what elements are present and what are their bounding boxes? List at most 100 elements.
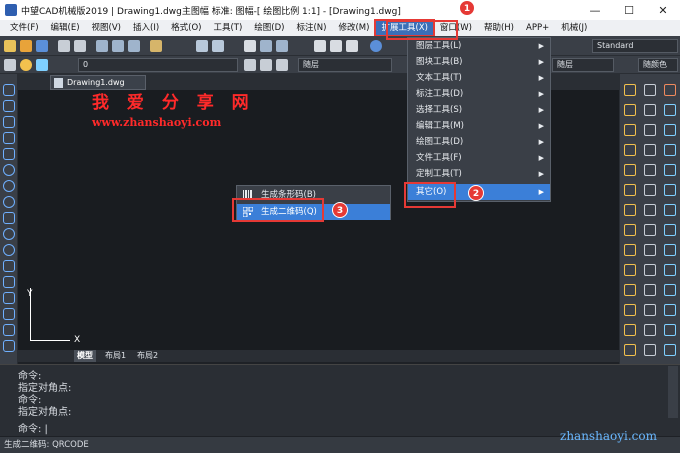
mirror-icon[interactable] xyxy=(644,124,656,136)
mech-tool-13-icon[interactable] xyxy=(624,324,636,336)
dim-radius-icon[interactable] xyxy=(664,144,676,156)
open-file-icon[interactable] xyxy=(20,40,32,52)
copy-object-icon[interactable] xyxy=(644,104,656,116)
command-input[interactable]: 命令: | xyxy=(18,420,48,435)
chamfer-icon[interactable] xyxy=(644,324,656,336)
scale-icon[interactable] xyxy=(644,224,656,236)
dim-style-icon[interactable] xyxy=(664,324,676,336)
new-file-icon[interactable] xyxy=(4,40,16,52)
region-icon[interactable] xyxy=(3,324,15,336)
array-icon[interactable] xyxy=(644,164,656,176)
hatch-icon[interactable] xyxy=(3,308,15,320)
dim-continue-icon[interactable] xyxy=(664,224,676,236)
break-icon[interactable] xyxy=(644,304,656,316)
menu-item-file-tools[interactable]: 文件工具(F) ▶ xyxy=(408,150,550,166)
tab-model[interactable]: 模型 xyxy=(74,350,96,362)
minimize-button[interactable]: — xyxy=(578,0,612,20)
arc-icon[interactable] xyxy=(3,164,15,176)
close-button[interactable]: ✕ xyxy=(646,0,680,20)
dim-angular-icon[interactable] xyxy=(664,184,676,196)
dim-update-icon[interactable] xyxy=(664,344,676,356)
circle-icon[interactable] xyxy=(3,180,15,192)
layer-manager-icon[interactable] xyxy=(4,59,16,71)
menu-item-block-tools[interactable]: 图块工具(B) ▶ xyxy=(408,54,550,70)
menu-item-draw-tools[interactable]: 绘图工具(D) ▶ xyxy=(408,134,550,150)
tool-palette-icon[interactable] xyxy=(346,40,358,52)
mech-tool-5-icon[interactable] xyxy=(624,164,636,176)
menu-format[interactable]: 格式(O) xyxy=(165,20,207,36)
cut-icon[interactable] xyxy=(96,40,108,52)
layer-previous-icon[interactable] xyxy=(260,59,272,71)
move-icon[interactable] xyxy=(644,184,656,196)
menu-item-edit-tools[interactable]: 编辑工具(M) ▶ xyxy=(408,118,550,134)
lineweight-select[interactable]: 随颜色 xyxy=(638,58,678,72)
layer-select[interactable]: 0 xyxy=(78,58,238,72)
offset-icon[interactable] xyxy=(644,144,656,156)
revision-cloud-icon[interactable] xyxy=(3,196,15,208)
command-scrollbar[interactable] xyxy=(668,366,678,418)
print-icon[interactable] xyxy=(58,40,70,52)
pan-icon[interactable] xyxy=(244,40,256,52)
mech-tool-9-icon[interactable] xyxy=(624,244,636,256)
erase-icon[interactable] xyxy=(644,84,656,96)
zoom-window-icon[interactable] xyxy=(276,40,288,52)
text-style-select[interactable]: Standard xyxy=(592,39,678,53)
menu-item-layer-tools[interactable]: 图层工具(L) ▶ xyxy=(408,38,550,54)
menu-modify[interactable]: 修改(M) xyxy=(332,20,375,36)
mech-tool-1-icon[interactable] xyxy=(624,84,636,96)
fillet-icon[interactable] xyxy=(644,344,656,356)
copy-icon[interactable] xyxy=(112,40,124,52)
menu-item-custom-tools[interactable]: 定制工具(T) ▶ xyxy=(408,166,550,182)
make-block-icon[interactable] xyxy=(3,276,15,288)
ellipse-icon[interactable] xyxy=(3,228,15,240)
mech-tool-7-icon[interactable] xyxy=(624,204,636,216)
menu-edit[interactable]: 编辑(E) xyxy=(45,20,86,36)
layer-on-icon[interactable] xyxy=(20,59,32,71)
help-icon[interactable] xyxy=(370,40,382,52)
menu-dimension[interactable]: 标注(N) xyxy=(290,20,332,36)
menu-view[interactable]: 视图(V) xyxy=(86,20,127,36)
dim-aligned-icon[interactable] xyxy=(664,124,676,136)
mech-tool-8-icon[interactable] xyxy=(624,224,636,236)
mech-tool-11-icon[interactable] xyxy=(624,284,636,296)
polyline-icon[interactable] xyxy=(3,116,15,128)
layer-freeze-icon[interactable] xyxy=(36,59,48,71)
rectangle-icon[interactable] xyxy=(3,148,15,160)
properties-icon[interactable] xyxy=(314,40,326,52)
menu-file[interactable]: 文件(F) xyxy=(4,20,45,36)
menu-draw[interactable]: 绘图(D) xyxy=(248,20,290,36)
mech-tool-10-icon[interactable] xyxy=(624,264,636,276)
tab-layout1[interactable]: 布局1 xyxy=(102,350,129,362)
tolerance-icon[interactable] xyxy=(664,264,676,276)
dim-baseline-icon[interactable] xyxy=(664,204,676,216)
ellipse-arc-icon[interactable] xyxy=(3,244,15,256)
menu-item-text-tools[interactable]: 文本工具(T) ▶ xyxy=(408,70,550,86)
menu-app-plus[interactable]: APP+ xyxy=(520,20,555,36)
rotate-icon[interactable] xyxy=(644,204,656,216)
redo-icon[interactable] xyxy=(212,40,224,52)
center-mark-icon[interactable] xyxy=(664,284,676,296)
make-current-layer-icon[interactable] xyxy=(244,59,256,71)
menu-tools[interactable]: 工具(T) xyxy=(207,20,248,36)
undo-icon[interactable] xyxy=(196,40,208,52)
menu-item-dimension-tools[interactable]: 标注工具(D) ▶ xyxy=(408,86,550,102)
mech-tool-3-icon[interactable] xyxy=(624,124,636,136)
dim-edit-icon[interactable] xyxy=(664,304,676,316)
mech-tool-6-icon[interactable] xyxy=(624,184,636,196)
mech-tool-14-icon[interactable] xyxy=(624,344,636,356)
point-icon[interactable] xyxy=(3,292,15,304)
menu-item-select-tools[interactable]: 选择工具(S) ▶ xyxy=(408,102,550,118)
mech-tool-4-icon[interactable] xyxy=(624,144,636,156)
menu-insert[interactable]: 插入(I) xyxy=(127,20,165,36)
mech-tool-2-icon[interactable] xyxy=(624,104,636,116)
color-select[interactable]: 随层 xyxy=(298,58,392,72)
menu-help[interactable]: 帮助(H) xyxy=(478,20,520,36)
construction-line-icon[interactable] xyxy=(3,100,15,112)
spline-icon[interactable] xyxy=(3,212,15,224)
maximize-button[interactable]: ☐ xyxy=(612,0,646,20)
design-center-icon[interactable] xyxy=(330,40,342,52)
zoom-icon[interactable] xyxy=(260,40,272,52)
linetype-select[interactable]: 随层 xyxy=(552,58,614,72)
print-preview-icon[interactable] xyxy=(74,40,86,52)
mech-tool-12-icon[interactable] xyxy=(624,304,636,316)
